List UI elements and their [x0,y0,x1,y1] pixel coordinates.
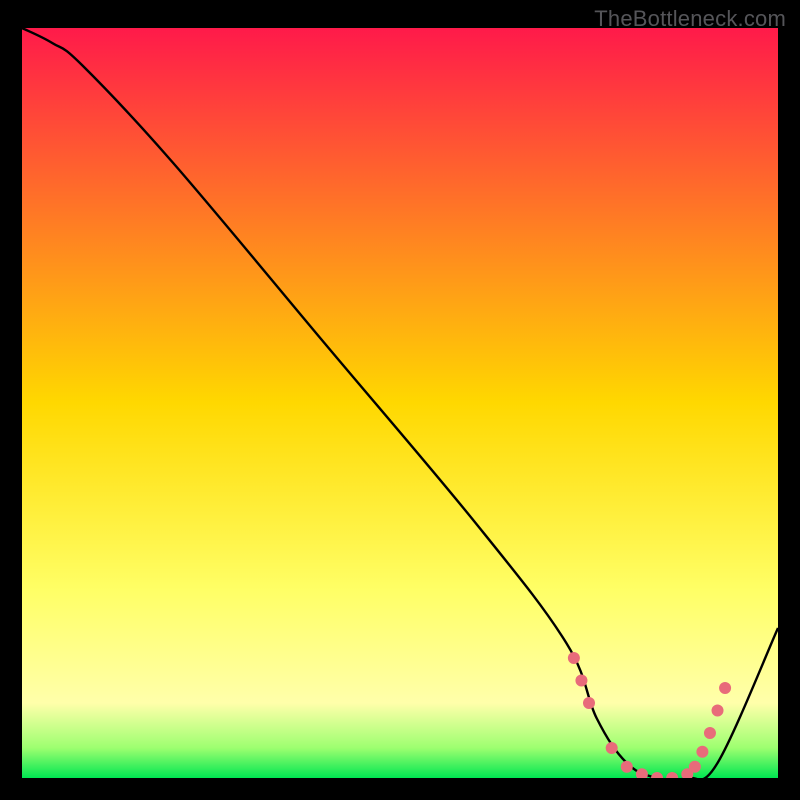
marker-point [719,682,731,694]
chart-container: TheBottleneck.com [0,0,800,800]
marker-point [575,675,587,687]
marker-point [704,727,716,739]
gradient-background [22,28,778,778]
marker-point [689,761,701,773]
marker-point [568,652,580,664]
chart-svg [22,28,778,778]
marker-point [621,761,633,773]
marker-point [712,705,724,717]
plot-area [22,28,778,778]
marker-point [606,742,618,754]
marker-point [583,697,595,709]
marker-point [696,746,708,758]
